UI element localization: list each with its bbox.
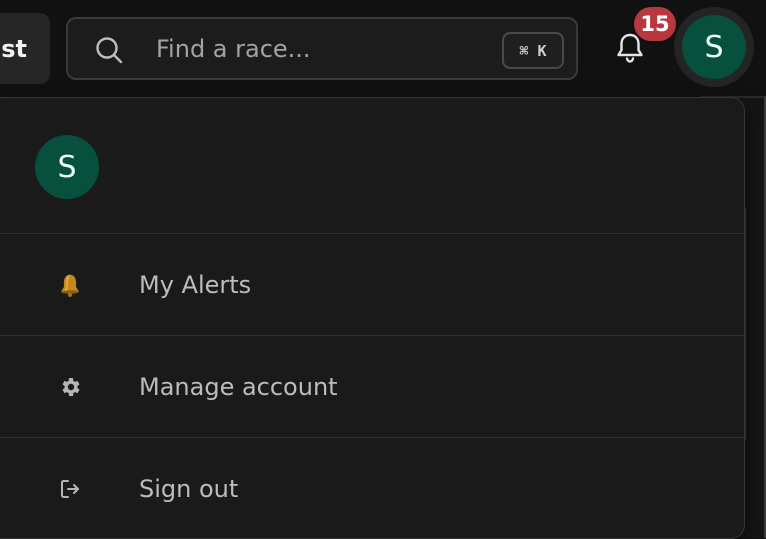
search-input[interactable] xyxy=(156,33,476,65)
menu-item-label: Manage account xyxy=(139,372,338,401)
search-bar[interactable]: ⌘ K xyxy=(66,17,578,80)
user-avatar-initial: S xyxy=(704,29,724,65)
user-menu-avatar-initial: S xyxy=(57,149,77,185)
user-avatar-button[interactable]: S xyxy=(682,15,746,79)
user-menu-dropdown: S My Alerts Manage account Sign out xyxy=(0,97,745,539)
menu-item-my-alerts[interactable]: My Alerts xyxy=(0,234,744,336)
keyboard-shortcut-badge: ⌘ K xyxy=(502,32,564,69)
user-menu-avatar: S xyxy=(35,135,99,199)
notification-count: 15 xyxy=(640,12,670,36)
menu-item-label: Sign out xyxy=(139,475,239,503)
user-menu-header: S xyxy=(0,98,744,234)
keyboard-shortcut-label: ⌘ K xyxy=(519,41,547,60)
sign-out-icon xyxy=(55,474,85,504)
search-icon xyxy=(94,35,124,65)
menu-item-sign-out[interactable]: Sign out xyxy=(0,438,744,538)
partial-nav-button-label: st xyxy=(1,34,27,63)
menu-item-label: My Alerts xyxy=(139,270,252,299)
gear-icon xyxy=(55,372,85,402)
partial-nav-button[interactable]: st xyxy=(0,13,50,84)
bell-icon xyxy=(608,33,652,74)
top-bar: st ⌘ K 15 S xyxy=(0,0,766,96)
menu-item-manage-account[interactable]: Manage account xyxy=(0,336,744,438)
bell-emoji-icon xyxy=(55,270,85,300)
notification-count-badge: 15 xyxy=(634,7,676,41)
